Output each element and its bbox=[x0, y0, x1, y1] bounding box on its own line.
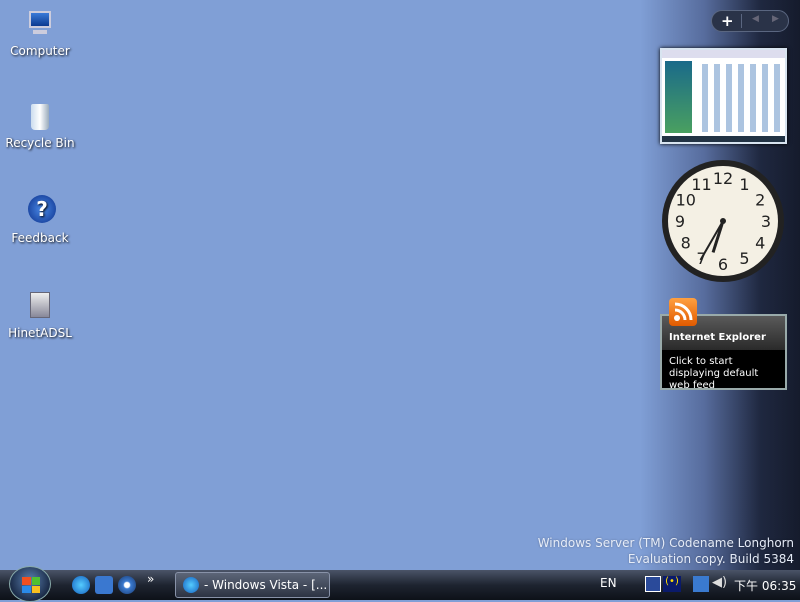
watermark: Windows Server (TM) Codename Longhorn Ev… bbox=[537, 536, 794, 566]
language-indicator[interactable]: EN bbox=[600, 576, 617, 590]
clock-number: 11 bbox=[691, 175, 711, 194]
gadget-controls: + ◀ ▶ bbox=[711, 10, 789, 32]
media-player-icon[interactable] bbox=[118, 576, 136, 594]
internet-explorer-icon bbox=[183, 577, 199, 593]
taskbar-clock[interactable]: 下午 06:35 bbox=[734, 577, 796, 594]
rss-feed-icon bbox=[669, 298, 697, 326]
show-desktop-icon[interactable] bbox=[95, 576, 113, 594]
rss-message[interactable]: Click to start displaying default web fe… bbox=[662, 350, 785, 398]
clock-number: 5 bbox=[739, 249, 749, 268]
recycle-bin-icon bbox=[24, 100, 56, 132]
network-connection-icon bbox=[24, 290, 56, 322]
slideshow-gadget[interactable] bbox=[660, 48, 787, 144]
ime-icon[interactable] bbox=[645, 576, 661, 592]
desktop-icon-computer[interactable]: Computer bbox=[0, 8, 80, 58]
start-button[interactable] bbox=[9, 566, 51, 602]
taskbar: » - Windows Vista - [... EN (•) ◀) 下午 06… bbox=[0, 566, 800, 602]
taskbar-window-button[interactable]: - Windows Vista - [... bbox=[175, 572, 330, 598]
network-icon[interactable] bbox=[693, 576, 709, 592]
previous-button[interactable]: ◀ bbox=[752, 14, 759, 24]
clock-number: 3 bbox=[761, 212, 771, 231]
wireless-icon[interactable]: (•) bbox=[663, 576, 681, 592]
internet-explorer-icon[interactable] bbox=[72, 576, 90, 594]
quicklaunch-overflow-button[interactable]: » bbox=[147, 572, 154, 586]
clock-number: 8 bbox=[681, 234, 691, 253]
computer-icon bbox=[24, 8, 56, 40]
clock-number: 1 bbox=[739, 175, 749, 194]
system-tray: EN (•) ◀) 下午 06:35 bbox=[600, 570, 800, 600]
clock-gadget[interactable]: 121234567891011 bbox=[660, 158, 786, 284]
next-button[interactable]: ▶ bbox=[772, 14, 779, 24]
help-icon: ? bbox=[24, 195, 56, 227]
add-gadget-button[interactable]: + bbox=[721, 12, 734, 30]
clock-number: 2 bbox=[755, 191, 765, 210]
desktop-icon-feedback[interactable]: ? Feedback bbox=[0, 195, 80, 245]
clock-number: 9 bbox=[675, 212, 685, 231]
clock-number: 12 bbox=[713, 169, 733, 188]
windows-logo-icon bbox=[22, 577, 40, 593]
desktop-icon-hinetadsl[interactable]: HinetADSL bbox=[0, 290, 80, 340]
volume-icon[interactable]: ◀) bbox=[712, 575, 727, 590]
desktop-icon-recycle-bin[interactable]: Recycle Bin bbox=[0, 100, 80, 150]
clock-number: 4 bbox=[755, 234, 765, 253]
clock-number: 6 bbox=[718, 255, 728, 274]
